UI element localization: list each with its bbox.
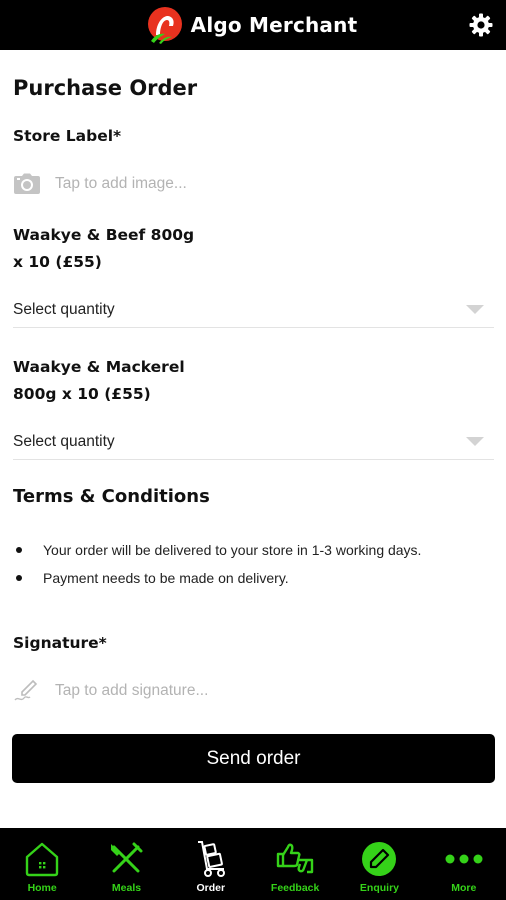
app-title: Algo Merchant bbox=[190, 13, 358, 37]
gear-icon bbox=[469, 13, 493, 37]
add-image-field[interactable]: Tap to add image... bbox=[13, 170, 483, 198]
app-header: Algo Merchant bbox=[0, 0, 506, 50]
nav-item-enquiry[interactable]: Enquiry bbox=[337, 828, 421, 900]
purchase-order-screen: Algo Merchant Purchase Order Store Label… bbox=[0, 0, 506, 900]
brand: Algo Merchant bbox=[145, 5, 358, 45]
bullet bbox=[16, 575, 22, 581]
nav-label-home: Home bbox=[27, 882, 57, 894]
order-form: Purchase Order Store Label* Tap to add i… bbox=[0, 50, 506, 828]
nav-item-more[interactable]: More bbox=[422, 828, 506, 900]
add-signature-placeholder: Tap to add signature... bbox=[55, 682, 209, 699]
terms-item: Payment needs to be made on delivery. bbox=[13, 564, 493, 592]
algo-logo-icon bbox=[147, 7, 182, 44]
nav-item-feedback[interactable]: Feedback bbox=[253, 828, 337, 900]
terms-item-text: Payment needs to be made on delivery. bbox=[43, 570, 289, 586]
chevron-down-icon bbox=[466, 305, 484, 314]
product-1-pack: x 10 (£55) bbox=[13, 253, 102, 271]
nav-item-meals[interactable]: Meals bbox=[84, 828, 168, 900]
nav-label-meals: Meals bbox=[111, 882, 142, 894]
terms-item-text: Your order will be delivered to your sto… bbox=[43, 542, 422, 558]
terms-list: Your order will be delivered to your sto… bbox=[13, 536, 493, 592]
signature-heading: Signature* bbox=[13, 634, 107, 652]
add-image-placeholder: Tap to add image... bbox=[55, 175, 187, 192]
camera-icon bbox=[14, 173, 40, 194]
product-1-quantity-value: Select quantity bbox=[13, 300, 115, 318]
settings-button[interactable] bbox=[468, 12, 494, 38]
nav-item-order[interactable]: Order bbox=[169, 828, 253, 900]
thumbs-icon bbox=[276, 843, 314, 874]
store-label-heading: Store Label* bbox=[13, 127, 122, 145]
terms-heading: Terms & Conditions bbox=[13, 486, 210, 507]
nav-label-feedback: Feedback bbox=[270, 882, 320, 894]
terms-item: Your order will be delivered to your sto… bbox=[13, 536, 493, 564]
trolley-icon bbox=[197, 841, 225, 877]
add-signature-field[interactable]: Tap to add signature... bbox=[13, 676, 483, 706]
send-order-button[interactable]: Send order bbox=[12, 734, 495, 783]
product-1-name: Waakye & Beef 800g bbox=[13, 226, 195, 244]
utensils-icon bbox=[111, 842, 143, 873]
nav-label-enquiry: Enquiry bbox=[359, 882, 400, 894]
product-2-quantity-select[interactable]: Select quantity bbox=[13, 424, 494, 460]
chevron-down-icon bbox=[466, 437, 484, 446]
product-2-label: Waakye & Mackerel 800g x 10 (£55) bbox=[13, 354, 213, 408]
bottom-nav: Home Meals Order Feedback Enquiry More bbox=[0, 828, 506, 900]
pen-icon bbox=[14, 679, 38, 701]
nav-label-order: Order bbox=[196, 882, 226, 894]
nav-item-home[interactable]: Home bbox=[0, 828, 84, 900]
nav-label-more: More bbox=[451, 882, 477, 894]
more-dots-icon bbox=[445, 854, 483, 864]
page-title: Purchase Order bbox=[13, 76, 198, 100]
edit-icon bbox=[362, 842, 397, 876]
product-2-pack: 800g x 10 (£55) bbox=[13, 385, 151, 403]
product-2-quantity-value: Select quantity bbox=[13, 432, 115, 450]
bullet bbox=[16, 547, 22, 553]
home-icon bbox=[25, 842, 59, 877]
product-2-name: Waakye & Mackerel bbox=[13, 358, 185, 376]
product-1-label: Waakye & Beef 800g x 10 (£55) bbox=[13, 222, 213, 276]
product-1-quantity-select[interactable]: Select quantity bbox=[13, 292, 494, 328]
